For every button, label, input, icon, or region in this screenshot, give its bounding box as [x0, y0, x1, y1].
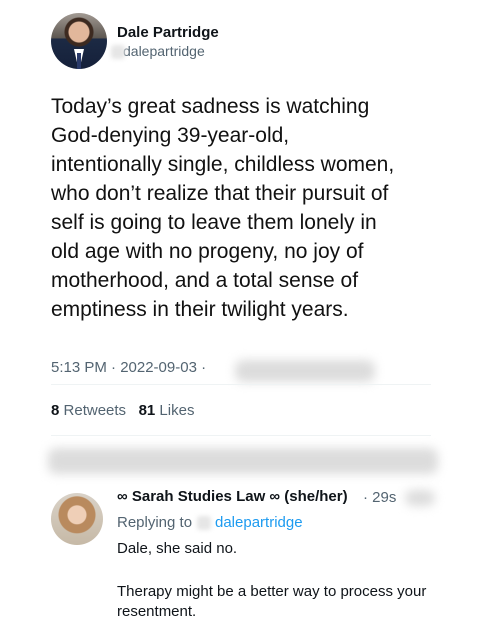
redacted-badge	[111, 45, 125, 59]
tweet-text: Today’s great sadness is watching God-de…	[51, 95, 395, 321]
replying-to-handle[interactable]: dalepartridge	[197, 514, 303, 531]
avatar-tie	[77, 53, 81, 69]
redacted-source	[235, 360, 375, 382]
reply-time[interactable]: · 29s	[363, 489, 396, 506]
author-name[interactable]: Dale Partridge	[117, 24, 219, 41]
reply-text-line: Dale, she said no.	[117, 540, 238, 557]
redacted-badge	[197, 516, 211, 530]
replying-to-label: Replying to	[117, 514, 193, 531]
reply-text-line: Therapy might be a better way to process…	[117, 583, 427, 620]
likes-stat[interactable]: 81 Likes	[139, 402, 195, 419]
retweets-label: Retweets	[63, 402, 127, 419]
tweet-time-text: 5:13 PM · 2022-09-03 ·	[51, 359, 207, 376]
likes-count: 81	[138, 402, 156, 419]
divider	[51, 384, 431, 385]
divider	[51, 435, 431, 436]
reply-author-avatar[interactable]	[51, 493, 103, 545]
redacted-menu	[405, 490, 435, 506]
tweet-timestamp[interactable]: 5:13 PM · 2022-09-03 ·	[51, 359, 206, 376]
replying-to-handle-text: dalepartridge	[215, 514, 303, 531]
redacted-action-bar	[48, 448, 438, 474]
retweets-count: 8	[51, 402, 60, 419]
retweets-stat[interactable]: 8 Retweets	[51, 402, 126, 419]
author-handle-text: dalepartridge	[123, 43, 205, 59]
reply-author-name[interactable]: ∞ Sarah Studies Law ∞ (she/her)	[117, 488, 348, 505]
author-avatar[interactable]	[51, 13, 107, 69]
author-handle[interactable]: dalepartridge	[111, 43, 205, 59]
engagement-stats: 8 Retweets 81 Likes	[51, 402, 194, 419]
likes-label: Likes	[159, 402, 195, 419]
